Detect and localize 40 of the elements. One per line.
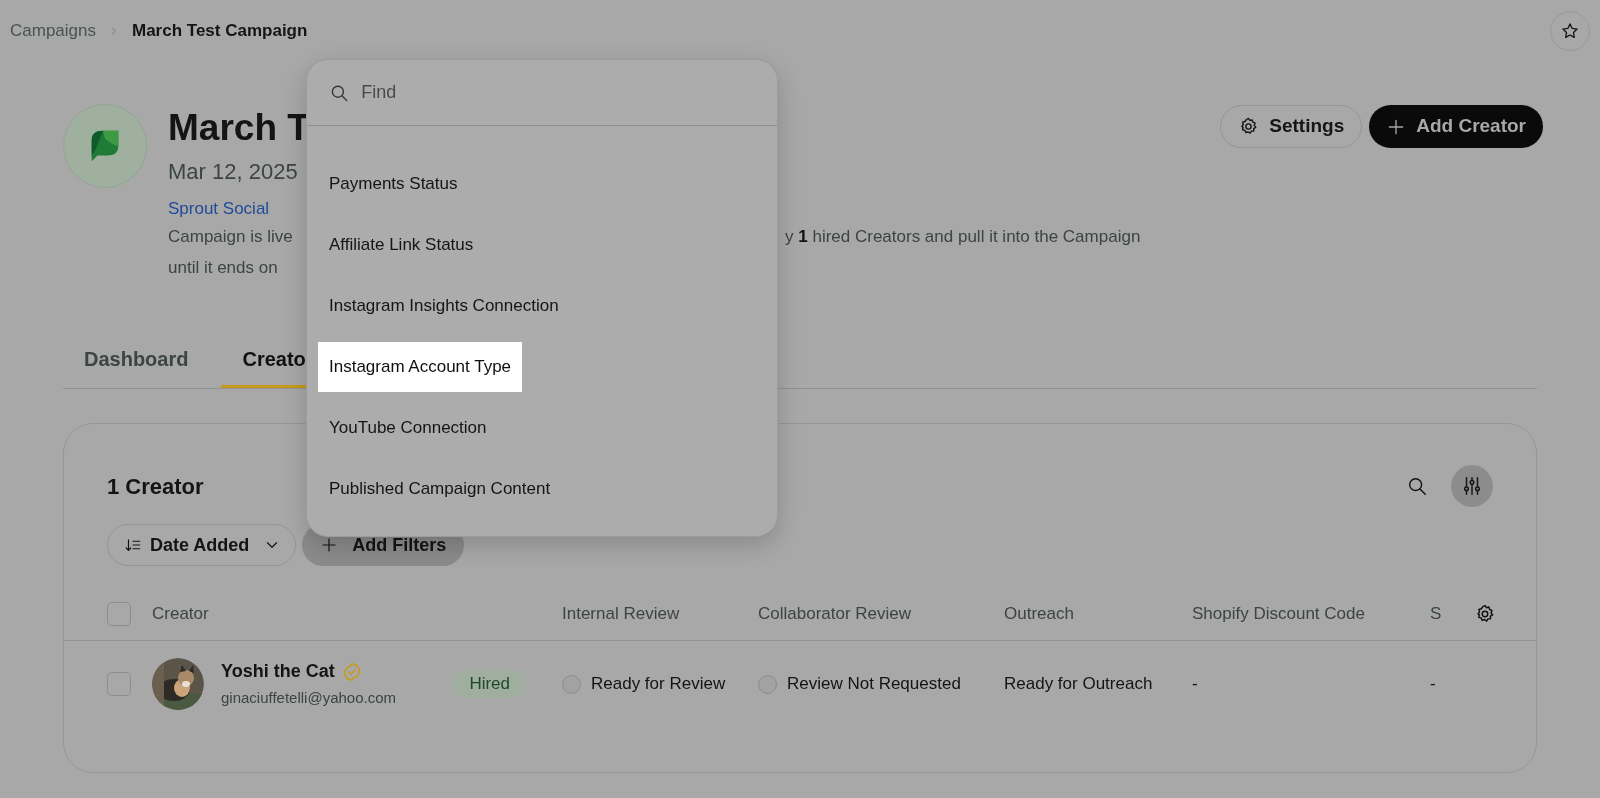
radio-button[interactable] [758, 674, 777, 694]
columns-button[interactable] [1451, 465, 1493, 507]
campaign-dates: Mar 12, 2025 [168, 158, 298, 186]
campaign-description: until it ends on [168, 258, 278, 277]
table-cell-text: Ready for Review [591, 673, 726, 696]
brand-link[interactable]: Sprout Social [168, 199, 270, 218]
sort-icon [124, 536, 142, 554]
campaign-description: Campaign is live [168, 227, 293, 246]
creator-name[interactable]: Yoshi the Cat [221, 658, 335, 686]
star-icon [1560, 21, 1580, 41]
menu-item[interactable]: Instagram Account Type [318, 341, 523, 392]
table-cell: - [1192, 674, 1198, 694]
table-cell: - [1430, 674, 1436, 694]
search-field[interactable]: Find [361, 79, 755, 106]
breadcrumb-current: March Test Campaign [132, 20, 308, 43]
column-header: S [1430, 603, 1442, 623]
creator-count: 1 Creator [107, 472, 204, 501]
table-cell: Ready for Outreach [1004, 674, 1153, 694]
menu-item[interactable]: Published Campaign Content [318, 463, 562, 514]
column-header: Creator [152, 603, 209, 623]
column-header: Outreach [1004, 603, 1074, 623]
settings-icon [1474, 602, 1496, 625]
add-creator-button[interactable]: Add Creator [1369, 105, 1543, 148]
menu-item[interactable]: Instagram Insights Connection [318, 280, 570, 331]
column-header: Internal Review [562, 603, 680, 623]
menu-item[interactable]: Payments Status [318, 158, 469, 209]
status-pill: Hired [453, 669, 526, 699]
search-icon [1406, 475, 1428, 497]
campaign-description: y 1 hired Creators and pull it into the Campaign [785, 226, 1141, 248]
sliders-icon [1461, 475, 1483, 497]
menu-item[interactable]: YouTube Connection [318, 402, 498, 453]
row-checkbox[interactable] [107, 672, 131, 696]
column-header: Shopify Discount Code [1192, 603, 1365, 623]
menu-item[interactable]: Affiliate Link Status [318, 219, 485, 270]
creator-email: ginaciuffetelli@yahoo.com [221, 688, 397, 709]
table-cell-text: Review Not Requested [787, 673, 961, 696]
select-all-checkbox[interactable] [107, 601, 131, 626]
tab[interactable]: Dashboard [63, 333, 210, 388]
radio-button[interactable] [562, 674, 581, 694]
column-header: Collaborator Review [758, 603, 912, 623]
